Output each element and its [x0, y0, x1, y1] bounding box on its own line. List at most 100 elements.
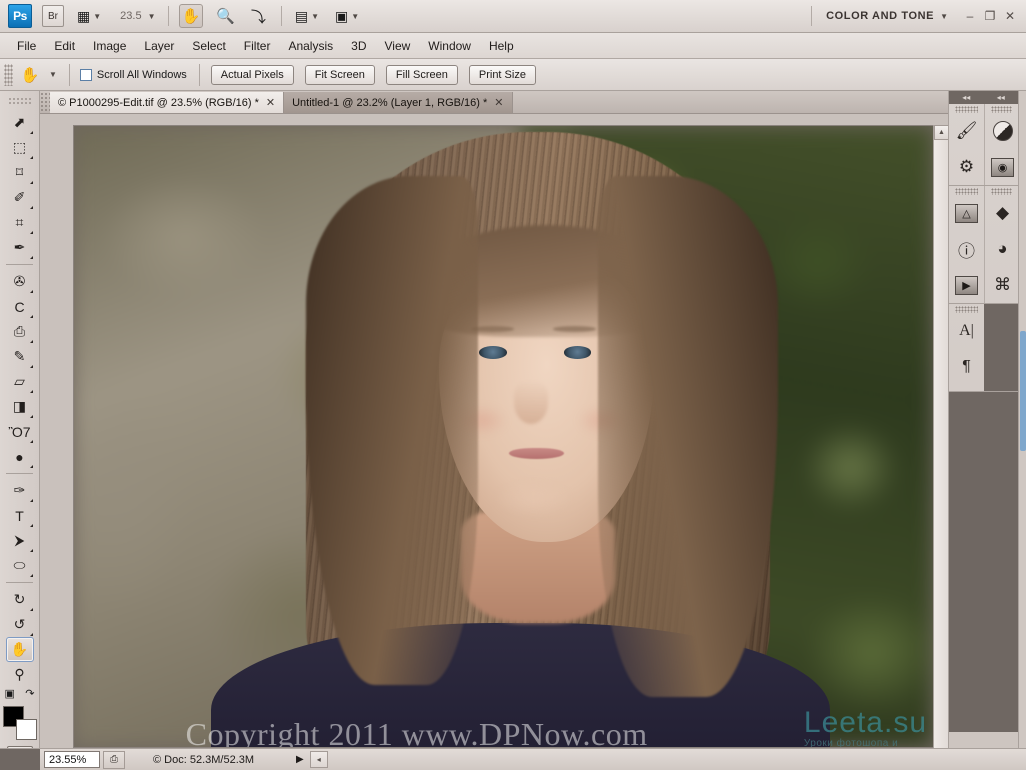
- tool-flyout-indicator[interactable]: [30, 231, 33, 234]
- eraser-tool[interactable]: ▱: [6, 369, 34, 394]
- image-canvas[interactable]: Copyright 2011 www.DPNow.com Leeta.su Ур…: [73, 125, 934, 748]
- tool-flyout-indicator[interactable]: [30, 524, 33, 527]
- menu-item-select[interactable]: Select: [183, 36, 234, 56]
- tool-flyout-indicator[interactable]: [30, 156, 33, 159]
- histogram-icon[interactable]: △: [949, 195, 984, 231]
- mixer-brush-icon[interactable]: ⚙: [949, 149, 984, 185]
- appbar-hand-tool[interactable]: ✋: [179, 4, 204, 28]
- resize-grip-icon[interactable]: ◂: [310, 751, 328, 768]
- tool-flyout-indicator[interactable]: [30, 440, 33, 443]
- canvas-area[interactable]: Copyright 2011 www.DPNow.com Leeta.su Ур…: [40, 114, 948, 748]
- document-preview-icon[interactable]: ⎙: [103, 751, 125, 769]
- document-tab-inactive[interactable]: Untitled-1 @ 23.2% (Layer 1, RGB/16) * ✕: [284, 92, 512, 113]
- collapse-panels-icon[interactable]: ◂◂: [997, 93, 1005, 102]
- menu-item-view[interactable]: View: [375, 36, 419, 56]
- dodge-tool[interactable]: ●: [6, 444, 34, 469]
- mini-bridge-button[interactable]: ▦ ▼: [74, 4, 104, 28]
- tool-flyout-indicator[interactable]: [30, 499, 33, 502]
- tool-flyout-indicator[interactable]: [30, 256, 33, 259]
- appbar-zoom-tool[interactable]: 🔍: [213, 4, 238, 28]
- menu-item-analysis[interactable]: Analysis: [279, 36, 342, 56]
- arrange-documents-button[interactable]: ▤ ▼: [292, 4, 322, 28]
- menu-item-window[interactable]: Window: [419, 36, 480, 56]
- tool-flyout-indicator[interactable]: [30, 608, 33, 611]
- tool-flyout-indicator[interactable]: [30, 549, 33, 552]
- swap-colors-icon[interactable]: ↷: [25, 687, 34, 700]
- canvas-vertical-scrollbar[interactable]: ▲: [933, 125, 948, 748]
- paths-icon[interactable]: ⌘: [985, 267, 1020, 303]
- fill-screen-button[interactable]: Fill Screen: [386, 65, 458, 85]
- menu-item-file[interactable]: File: [8, 36, 45, 56]
- adjustments-icon[interactable]: [985, 113, 1020, 149]
- tool-flyout-indicator[interactable]: [30, 390, 33, 393]
- crop-tool[interactable]: ⌗: [6, 210, 34, 235]
- paragraph-icon[interactable]: ¶: [949, 349, 984, 385]
- 3d-object-rotate-tool[interactable]: ↻: [6, 587, 34, 612]
- history-brush-tool[interactable]: ✎: [6, 344, 34, 369]
- actual-pixels-button[interactable]: Actual Pixels: [211, 65, 294, 85]
- menu-item-3d[interactable]: 3D: [342, 36, 375, 56]
- zoom-level-field[interactable]: 23.55%: [44, 751, 100, 768]
- close-icon[interactable]: ✕: [494, 96, 503, 109]
- dock-collapse-bar[interactable]: ◂◂ ◂◂: [949, 91, 1018, 104]
- hand-tool[interactable]: ✋: [6, 637, 34, 662]
- gradient-tool[interactable]: ◨: [6, 394, 34, 419]
- blur-tool[interactable]: Ὂ7: [6, 419, 34, 444]
- chevron-down-icon[interactable]: ▼: [940, 12, 948, 21]
- menu-item-image[interactable]: Image: [84, 36, 135, 56]
- view-zoom-value[interactable]: 23.5: [120, 10, 141, 22]
- default-colors-icon[interactable]: ▣: [5, 687, 15, 700]
- menu-item-layer[interactable]: Layer: [135, 36, 183, 56]
- clone-stamp-tool[interactable]: ⎙: [6, 319, 34, 344]
- document-tab-active[interactable]: © P1000295-Edit.tif @ 23.5% (RGB/16) * ✕: [50, 92, 284, 113]
- panel-grip[interactable]: [955, 106, 978, 113]
- scroll-up-icon[interactable]: ▲: [934, 125, 949, 140]
- scroll-all-windows-checkbox[interactable]: Scroll All Windows: [80, 69, 187, 81]
- close-button[interactable]: ✕: [1000, 5, 1020, 27]
- 3d-camera-rotate-tool[interactable]: ↺: [6, 612, 34, 637]
- quick-selection-tool[interactable]: ✐: [6, 185, 34, 210]
- menu-item-edit[interactable]: Edit: [45, 36, 84, 56]
- tools-panel-grip[interactable]: [8, 97, 31, 106]
- eyedropper-tool[interactable]: ✒: [6, 235, 34, 260]
- status-menu-arrow[interactable]: ▶: [296, 754, 304, 765]
- launch-bridge-button[interactable]: Br: [42, 5, 64, 27]
- path-selection-tool[interactable]: ⮞: [6, 528, 34, 553]
- tool-flyout-indicator[interactable]: [30, 465, 33, 468]
- tool-flyout-indicator[interactable]: [30, 290, 33, 293]
- tool-flyout-indicator[interactable]: [30, 415, 33, 418]
- tool-flyout-indicator[interactable]: [30, 340, 33, 343]
- chevron-down-icon[interactable]: ▼: [148, 12, 156, 21]
- fit-screen-button[interactable]: Fit Screen: [305, 65, 375, 85]
- tool-flyout-indicator[interactable]: [30, 365, 33, 368]
- tool-flyout-indicator[interactable]: [30, 633, 33, 636]
- panel-grip[interactable]: [955, 306, 978, 313]
- maximize-button[interactable]: ❐: [980, 5, 1000, 27]
- options-bar-grip[interactable]: [4, 64, 13, 86]
- horizontal-type-tool[interactable]: T: [6, 503, 34, 528]
- rectangular-marquee-tool[interactable]: ⬚: [6, 135, 34, 160]
- tool-flyout-indicator[interactable]: [30, 206, 33, 209]
- panel-grip[interactable]: [991, 188, 1013, 195]
- ellipse-shape-tool[interactable]: ⬭: [6, 553, 34, 578]
- brush-presets-icon[interactable]: 🖌: [949, 113, 984, 149]
- scrollbar-thumb[interactable]: [1020, 331, 1026, 451]
- minimize-button[interactable]: –: [960, 5, 980, 27]
- appbar-rotate-view-tool[interactable]: ⤵: [248, 4, 269, 28]
- background-color-swatch[interactable]: [16, 719, 37, 740]
- spot-healing-brush-tool[interactable]: ✇: [6, 269, 34, 294]
- layers-icon[interactable]: ◆: [985, 195, 1020, 231]
- print-size-button[interactable]: Print Size: [469, 65, 536, 85]
- panel-grip[interactable]: [955, 188, 978, 195]
- panel-grip[interactable]: [991, 106, 1013, 113]
- character-icon[interactable]: A|: [949, 313, 984, 349]
- lasso-tool[interactable]: ⌑: [6, 160, 34, 185]
- brush-tool[interactable]: ὘C: [6, 294, 34, 319]
- tool-flyout-indicator[interactable]: [30, 131, 33, 134]
- move-tool[interactable]: ⬈: [6, 110, 34, 135]
- screen-mode-button[interactable]: ▣ ▼: [332, 4, 362, 28]
- close-icon[interactable]: ✕: [266, 96, 275, 109]
- workspace-switcher[interactable]: COLOR AND TONE: [826, 10, 934, 22]
- pen-tool[interactable]: ✑: [6, 478, 34, 503]
- info-icon[interactable]: ⓘ: [949, 231, 984, 267]
